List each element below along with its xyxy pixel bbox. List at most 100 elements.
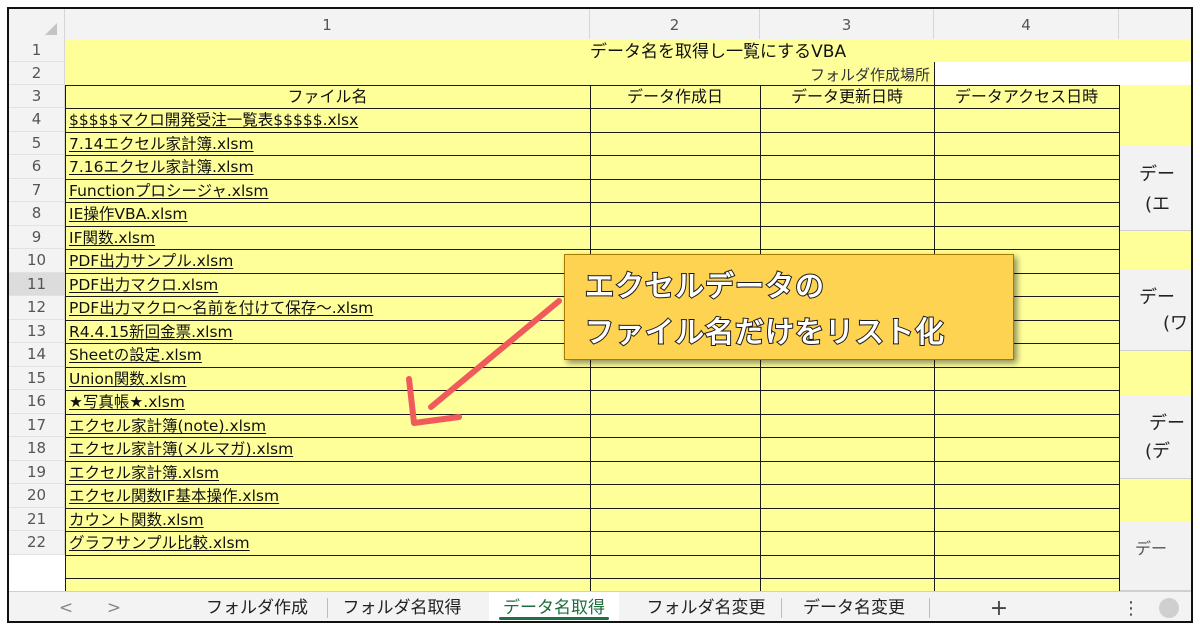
side-spacer-4	[1119, 479, 1191, 521]
row-header-15[interactable]: 15	[9, 367, 65, 390]
callout-line-2: ファイル名だけをリスト化	[584, 314, 946, 350]
file-name-cell[interactable]: Union関数.xlsm	[69, 368, 186, 390]
grid-line	[65, 578, 1119, 579]
row-header-5[interactable]: 5	[9, 132, 65, 155]
side-button-3-line1: デー	[1149, 413, 1185, 434]
row-header-20[interactable]: 20	[9, 484, 65, 508]
row-header-13[interactable]: 13	[9, 320, 65, 343]
grid-line	[65, 508, 1119, 509]
grid-line	[65, 367, 1119, 368]
row-header-8[interactable]: 8	[9, 202, 65, 226]
folder-location-label: フォルダ作成場所	[809, 66, 930, 84]
scrollbar-handle[interactable]	[1159, 598, 1179, 618]
row-header-7[interactable]: 7	[9, 179, 65, 202]
tab-scroll-right-icon[interactable]: >	[99, 592, 129, 621]
add-sheet-icon[interactable]: +	[979, 592, 1019, 621]
side-button-4-line1: デー	[1135, 539, 1168, 558]
row-header-22[interactable]: 22	[9, 531, 65, 555]
file-name-cell[interactable]: $$$$$マクロ開発受注一覧表$$$$$.xlsx	[69, 109, 358, 131]
header-filename: ファイル名	[287, 87, 368, 106]
file-name-cell[interactable]: エクセル家計簿(メルマガ).xlsm	[69, 438, 293, 460]
row-header-19[interactable]: 19	[9, 461, 65, 484]
tab-scroll-left-icon[interactable]: <	[51, 592, 81, 621]
column-header-3[interactable]: 3	[760, 9, 934, 39]
file-name-cell[interactable]: エクセル家計簿(note).xlsm	[69, 415, 266, 437]
row-header-12[interactable]: 12	[9, 296, 65, 320]
row-header-6[interactable]: 6	[9, 155, 65, 179]
sheet-title: データ名を取得し一覧にするVBA	[590, 42, 847, 62]
side-button-1[interactable]: デー (エ	[1119, 146, 1191, 231]
tab-data-name-get[interactable]: データ名取得	[489, 592, 619, 621]
sheet-tab-bar: < > フォルダ作成 フォルダ名取得 データ名取得 フォルダ名変更 データ名変更…	[9, 591, 1191, 621]
tab-folder-name-get[interactable]: フォルダ名取得	[335, 592, 469, 621]
tab-folder-create[interactable]: フォルダ作成	[197, 592, 317, 621]
side-button-4[interactable]: デー	[1119, 521, 1191, 591]
file-name-cell[interactable]: エクセル関数IF基本操作.xlsm	[69, 485, 279, 507]
row-header-18[interactable]: 18	[9, 437, 65, 461]
select-all-icon	[45, 23, 57, 35]
file-name-cell[interactable]: カウント関数.xlsm	[69, 509, 204, 531]
annotation-arrow-icon	[406, 298, 562, 426]
file-name-cell[interactable]: R4.4.15新回金票.xlsm	[69, 321, 233, 343]
annotation-callout: エクセルデータの ファイル名だけをリスト化	[564, 254, 1014, 360]
side-spacer-1	[1119, 108, 1191, 146]
grid-line	[65, 461, 1119, 462]
grid-line	[65, 85, 66, 591]
file-name-cell[interactable]: Functionプロシージャ.xlsm	[69, 180, 268, 202]
side-button-3-line2: (デ	[1145, 441, 1171, 462]
select-all-corner[interactable]	[9, 9, 65, 39]
file-name-cell[interactable]: Sheetの設定.xlsm	[69, 344, 202, 366]
file-name-cell[interactable]: PDF出力サンプル.xlsm	[69, 250, 233, 272]
tab-folder-rename[interactable]: フォルダ名変更	[639, 592, 773, 621]
grid-line	[65, 555, 1119, 556]
side-button-2-line2: (ワ	[1163, 313, 1189, 334]
grid-line	[65, 226, 1119, 227]
grid-line	[65, 85, 1119, 86]
file-name-cell[interactable]: エクセル家計簿.xlsm	[69, 462, 219, 484]
row-header-21[interactable]: 21	[9, 508, 65, 531]
column-header-2[interactable]: 2	[590, 9, 760, 39]
header-updated-datetime: データ更新日時	[790, 87, 903, 106]
side-spacer-3	[1119, 351, 1191, 395]
active-tab-indicator	[499, 617, 609, 620]
file-name-cell[interactable]: ★写真帳★.xlsm	[69, 391, 185, 413]
tab-separator	[929, 598, 930, 618]
file-name-cell[interactable]: IF関数.xlsm	[69, 227, 155, 249]
column-header-4[interactable]: 4	[934, 9, 1119, 39]
file-name-cell[interactable]: IE操作VBA.xlsm	[69, 203, 188, 225]
header-created-date: データ作成日	[626, 87, 723, 106]
folder-path-cell[interactable]	[934, 62, 1191, 85]
side-button-2[interactable]: デー (ワ	[1119, 269, 1191, 351]
callout-line-1: エクセルデータの	[584, 268, 826, 304]
row-header-1[interactable]: 1	[9, 39, 65, 62]
side-button-3[interactable]: デー (デ	[1119, 395, 1191, 479]
spreadsheet-window: 1 2 3 4 1 2 3 4 5 6 7 8 9 10 11 12 13 14…	[7, 7, 1193, 623]
more-options-icon[interactable]: ⋮	[1121, 592, 1141, 621]
file-name-cell[interactable]: 7.14エクセル家計簿.xlsm	[69, 133, 254, 155]
file-name-cell[interactable]: グラフサンプル比較.xlsm	[69, 532, 250, 554]
tab-separator	[781, 598, 782, 618]
file-name-cell[interactable]: PDF出力マクロ～名前を付けて保存～.xlsm	[69, 297, 373, 319]
side-button-2-line1: デー	[1139, 287, 1175, 308]
grid-line	[65, 390, 1119, 391]
side-button-1-line1: デー	[1139, 164, 1175, 185]
column-header-1[interactable]: 1	[65, 9, 590, 39]
row-header-16[interactable]: 16	[9, 390, 65, 414]
row-header-4[interactable]: 4	[9, 108, 65, 132]
row-header-17[interactable]: 17	[9, 414, 65, 437]
tab-data-name-get-label: データ名取得	[503, 598, 605, 618]
row-header-9[interactable]: 9	[9, 226, 65, 249]
row-header-11[interactable]: 11	[9, 273, 65, 296]
file-name-cell[interactable]: 7.16エクセル家計簿.xlsm	[69, 156, 254, 178]
row-header-2[interactable]: 2	[9, 62, 65, 85]
side-spacer-2	[1119, 231, 1191, 269]
header-accessed-datetime: データアクセス日時	[954, 87, 1099, 106]
row-header-14[interactable]: 14	[9, 343, 65, 367]
grid-line	[1119, 85, 1120, 591]
row-header-3[interactable]: 3	[9, 85, 65, 108]
row-header-10[interactable]: 10	[9, 249, 65, 273]
tab-data-rename[interactable]: データ名変更	[789, 592, 919, 621]
file-name-cell[interactable]: PDF出力マクロ.xlsm	[69, 274, 218, 296]
side-button-1-line2: (エ	[1145, 194, 1171, 215]
grid-line	[65, 202, 1119, 203]
